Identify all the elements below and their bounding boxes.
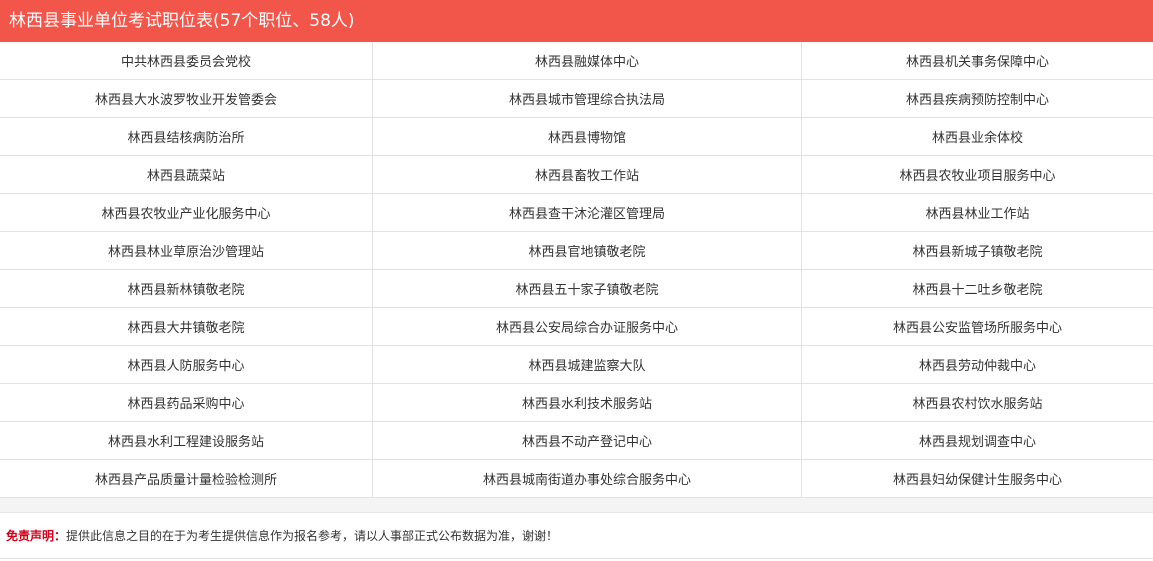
table-cell[interactable]: 林西县林业草原治沙管理站 [0,231,373,270]
table-cell[interactable]: 林西县林业工作站 [801,193,1153,232]
table-cell[interactable]: 林西县水利工程建设服务站 [0,421,373,460]
table-cell[interactable]: 林西县水利技术服务站 [372,383,802,422]
table-cell[interactable]: 林西县大水波罗牧业开发管委会 [0,79,373,118]
table-cell[interactable]: 林西县机关事务保障中心 [801,42,1153,80]
table-cell[interactable]: 林西县农村饮水服务站 [801,383,1153,422]
table-cell[interactable]: 林西县五十家子镇敬老院 [372,269,802,308]
disclaimer: 免责声明：提供此信息之目的在于为考生提供信息作为报名参考，请以人事部正式公布数据… [0,513,1153,559]
table-row: 林西县药品采购中心 林西县水利技术服务站 林西县农村饮水服务站 [0,383,1153,422]
table-cell[interactable]: 林西县劳动仲裁中心 [801,345,1153,384]
disclaimer-label: 免责声明： [6,529,67,543]
table-cell[interactable]: 林西县农牧业项目服务中心 [801,155,1153,194]
table-row: 林西县水利工程建设服务站 林西县不动产登记中心 林西县规划调查中心 [0,421,1153,460]
table-row: 林西县大水波罗牧业开发管委会 林西县城市管理综合执法局 林西县疾病预防控制中心 [0,79,1153,118]
table-cell[interactable]: 林西县农牧业产业化服务中心 [0,193,373,232]
table-cell[interactable]: 林西县疾病预防控制中心 [801,79,1153,118]
table-cell[interactable]: 林西县畜牧工作站 [372,155,802,194]
table-cell[interactable]: 林西县不动产登记中心 [372,421,802,460]
table-cell[interactable]: 林西县产品质量计量检验检测所 [0,459,373,498]
table-cell[interactable]: 林西县业余体校 [801,117,1153,156]
disclaimer-text: 提供此信息之目的在于为考生提供信息作为报名参考，请以人事部正式公布数据为准，谢谢… [66,529,559,543]
table-row: 林西县蔬菜站 林西县畜牧工作站 林西县农牧业项目服务中心 [0,155,1153,194]
table-cell[interactable]: 林西县十二吐乡敬老院 [801,269,1153,308]
table-cell[interactable]: 林西县公安监管场所服务中心 [801,307,1153,346]
table-cell[interactable]: 中共林西县委员会党校 [0,42,373,80]
table-cell[interactable]: 林西县城市管理综合执法局 [372,79,802,118]
table-cell[interactable]: 林西县官地镇敬老院 [372,231,802,270]
table-cell[interactable]: 林西县人防服务中心 [0,345,373,384]
table-cell[interactable]: 林西县蔬菜站 [0,155,373,194]
position-table: 中共林西县委员会党校 林西县融媒体中心 林西县机关事务保障中心 林西县大水波罗牧… [0,42,1153,498]
table-row: 中共林西县委员会党校 林西县融媒体中心 林西县机关事务保障中心 [0,42,1153,80]
table-cell[interactable]: 林西县新林镇敬老院 [0,269,373,308]
table-cell[interactable]: 林西县结核病防治所 [0,117,373,156]
table-row: 林西县结核病防治所 林西县博物馆 林西县业余体校 [0,117,1153,156]
table-cell[interactable]: 林西县规划调查中心 [801,421,1153,460]
table-row: 林西县产品质量计量检验检测所 林西县城南街道办事处综合服务中心 林西县妇幼保健计… [0,459,1153,498]
table-cell[interactable]: 林西县博物馆 [372,117,802,156]
table-cell[interactable]: 林西县妇幼保健计生服务中心 [801,459,1153,498]
table-cell[interactable]: 林西县查干沐沦灌区管理局 [372,193,802,232]
table-cell[interactable]: 林西县城南街道办事处综合服务中心 [372,459,802,498]
table-row: 林西县农牧业产业化服务中心 林西县查干沐沦灌区管理局 林西县林业工作站 [0,193,1153,232]
table-row: 林西县新林镇敬老院 林西县五十家子镇敬老院 林西县十二吐乡敬老院 [0,269,1153,308]
table-row: 林西县林业草原治沙管理站 林西县官地镇敬老院 林西县新城子镇敬老院 [0,231,1153,270]
page-title: 林西县事业单位考试职位表(57个职位、58人) [0,0,1153,42]
table-cell[interactable]: 林西县药品采购中心 [0,383,373,422]
table-cell[interactable]: 林西县融媒体中心 [372,42,802,80]
table-row: 林西县人防服务中心 林西县城建监察大队 林西县劳动仲裁中心 [0,345,1153,384]
table-cell[interactable]: 林西县新城子镇敬老院 [801,231,1153,270]
table-cell[interactable]: 林西县城建监察大队 [372,345,802,384]
section-divider [0,498,1153,513]
table-cell[interactable]: 林西县大井镇敬老院 [0,307,373,346]
table-row: 林西县大井镇敬老院 林西县公安局综合办证服务中心 林西县公安监管场所服务中心 [0,307,1153,346]
table-cell[interactable]: 林西县公安局综合办证服务中心 [372,307,802,346]
